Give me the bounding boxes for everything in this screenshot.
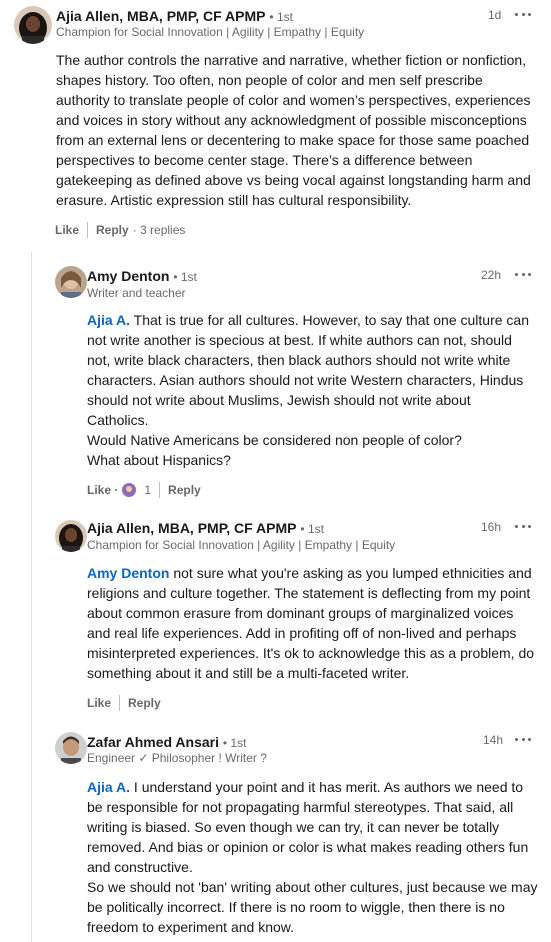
avatar[interactable] bbox=[14, 6, 52, 44]
connection-degree: • 1st bbox=[222, 736, 247, 750]
divider bbox=[87, 222, 89, 238]
comment-ajia-allen: Ajia Allen, MBA, PMP, CF APMP • 1st Cham… bbox=[0, 0, 551, 250]
connection-degree: • 1st bbox=[300, 522, 324, 536]
ellipsis-icon[interactable] bbox=[515, 9, 531, 19]
author-headline: Champion for Social Innovation | Agility… bbox=[56, 25, 365, 39]
author-headline: Writer and teacher bbox=[87, 286, 186, 300]
replies-count[interactable]: · 3 replies bbox=[133, 223, 186, 237]
timestamp: 16h bbox=[481, 520, 502, 534]
author-name[interactable]: Zafar Ahmed Ansari bbox=[87, 734, 219, 750]
divider bbox=[119, 695, 121, 711]
author-name[interactable]: Ajia Allen, MBA, PMP, CF APMP bbox=[56, 8, 266, 24]
reaction-count[interactable]: 1 bbox=[144, 483, 151, 497]
author-headline: Champion for Social Innovation | Agility… bbox=[87, 538, 396, 552]
connection-degree: • 1st bbox=[269, 10, 293, 24]
reply-ajia-allen: Ajia Allen, MBA, PMP, CF APMP • 1st Cham… bbox=[0, 512, 551, 722]
author-name[interactable]: Amy Denton bbox=[87, 268, 169, 284]
mention-link[interactable]: Ajia A. bbox=[87, 312, 130, 328]
comment-actions: Like · 1 Reply bbox=[87, 482, 201, 498]
support-reaction-icon bbox=[122, 483, 137, 497]
comment-text: The author controls the narrative and na… bbox=[56, 52, 531, 208]
mention-link[interactable]: Ajia A. bbox=[87, 779, 130, 795]
timestamp: 14h bbox=[483, 733, 504, 747]
like-button[interactable]: Like · bbox=[87, 483, 118, 497]
divider bbox=[159, 482, 161, 498]
reply-zafar-ansari: Zafar Ahmed Ansari • 1st Engineer ✓ Phil… bbox=[0, 726, 551, 942]
like-button[interactable]: Like bbox=[87, 696, 111, 710]
like-button[interactable]: Like bbox=[55, 223, 79, 237]
comment-text: Amy Denton not sure what you're asking a… bbox=[87, 565, 535, 681]
reply-button[interactable]: Reply bbox=[96, 223, 129, 237]
author-headline: Engineer ✓ Philosopher ! Writer ? bbox=[87, 751, 267, 765]
reply-amy-denton: Amy Denton • 1st Writer and teacher 22h … bbox=[0, 260, 551, 510]
ellipsis-icon[interactable] bbox=[515, 734, 531, 744]
comment-actions: Like Reply bbox=[87, 695, 161, 711]
reply-button[interactable]: Reply bbox=[128, 696, 161, 710]
ellipsis-icon[interactable] bbox=[515, 269, 531, 279]
avatar[interactable] bbox=[55, 732, 87, 764]
timestamp: 22h bbox=[481, 268, 502, 282]
mention-link[interactable]: Amy Denton bbox=[87, 565, 169, 581]
reply-button[interactable]: Reply bbox=[168, 483, 201, 497]
timestamp: 1d bbox=[488, 8, 502, 22]
ellipsis-icon[interactable] bbox=[515, 521, 531, 531]
connection-degree: • 1st bbox=[173, 270, 197, 284]
comment-text: Ajia A. That is true for all cultures. H… bbox=[87, 312, 529, 468]
author-name[interactable]: Ajia Allen, MBA, PMP, CF APMP bbox=[87, 520, 297, 536]
avatar[interactable] bbox=[55, 266, 87, 298]
avatar[interactable] bbox=[55, 520, 87, 552]
comment-actions: Like Reply · 3 replies bbox=[55, 222, 185, 238]
comment-text: Ajia A. I understand your point and it h… bbox=[87, 779, 538, 935]
